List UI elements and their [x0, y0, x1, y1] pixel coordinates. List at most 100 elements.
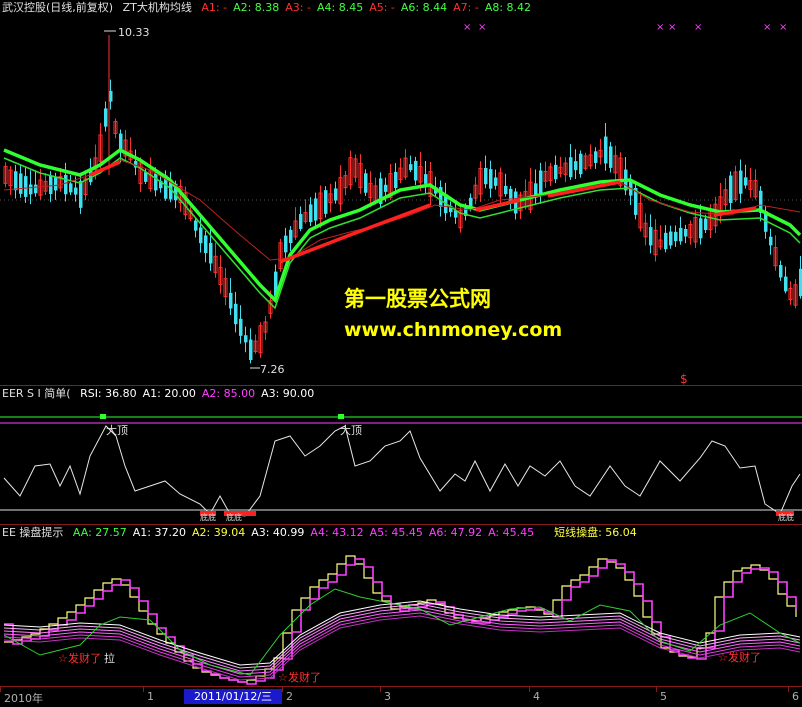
top-signal-mark: [100, 414, 106, 419]
candle-body: [199, 227, 203, 244]
candle-body: [229, 292, 233, 309]
candle-body: [144, 172, 148, 182]
candle-body: [334, 188, 338, 201]
signal-cross: ×: [763, 22, 771, 33]
candle-body: [489, 169, 493, 189]
ma-line-red-thick: [475, 198, 521, 212]
candle-body: [424, 174, 428, 184]
candle-body: [64, 174, 68, 195]
candle-body: [604, 136, 608, 164]
time-label: 1: [147, 690, 154, 703]
signal-cross: ×: [463, 22, 471, 33]
time-label: 4: [533, 690, 540, 703]
candle-body: [739, 170, 743, 194]
candle-body: [674, 231, 678, 242]
signal-cross: ×: [668, 22, 676, 33]
candle-body: [244, 335, 248, 343]
candle-body: [679, 227, 683, 242]
bottom-label: 底底: [200, 512, 216, 522]
candle-body: [539, 170, 543, 196]
signal-label: 发财了: [68, 651, 101, 665]
time-label: 6: [792, 690, 799, 703]
candle-body: [769, 236, 773, 246]
candle-body: [324, 190, 328, 214]
selected-date[interactable]: 2011/01/12/三: [184, 689, 282, 704]
time-label: 3: [384, 690, 391, 703]
candle-body: [364, 173, 368, 193]
signal-label: 发财了: [728, 650, 761, 664]
step-line-yellow: [4, 555, 797, 683]
candle-body: [484, 167, 488, 185]
low-price-label: 7.26: [260, 363, 285, 376]
rsi-panel[interactable]: EER S I 简单( RSI: 36.80 A1: 20.00 A2: 85.00…: [0, 386, 802, 524]
bottom-label: 底底: [226, 512, 242, 522]
watermark-url: www.chnmoney.com: [344, 319, 563, 341]
high-price-label: 10.33: [118, 26, 150, 39]
ma-line-red-thick: [279, 203, 431, 264]
candle-body: [74, 187, 78, 195]
candle-body: [664, 232, 668, 250]
candle-body: [79, 180, 83, 208]
candle-body: [699, 218, 703, 239]
candle-body: [669, 231, 673, 246]
candle-body: [414, 160, 418, 181]
average-line: [3, 606, 801, 672]
candle-body: [49, 175, 53, 194]
candle-body: [409, 164, 413, 171]
candle-body: [394, 171, 398, 189]
candle-body: [109, 90, 113, 102]
candle-body: [784, 276, 788, 292]
candle-body: [54, 176, 58, 191]
average-line: [3, 603, 801, 669]
candle-body: [154, 173, 158, 191]
candle-body: [569, 157, 573, 178]
rsi-line: [3, 425, 801, 517]
candle-body: [384, 184, 388, 192]
candle-body: [744, 177, 748, 186]
candle-body: [104, 108, 108, 127]
candle-body: [249, 339, 253, 361]
candle-body: [69, 183, 73, 193]
candle-body: [239, 318, 243, 336]
step-line-magenta: [4, 558, 797, 685]
candle-body: [34, 184, 38, 194]
candle-body: [309, 204, 313, 223]
time-label: 5: [660, 690, 667, 703]
top-label: 大顶: [106, 423, 128, 437]
star-signal-icon: ☆: [718, 651, 728, 664]
pull-label: 拉: [104, 651, 115, 665]
candle-body: [469, 197, 473, 207]
candle-body: [729, 175, 733, 204]
time-axis[interactable]: 2010年 1 2 3 4 5 6 2011/01/12/三: [0, 686, 802, 707]
candle-body: [204, 235, 208, 254]
time-tick: [656, 687, 657, 692]
candle-body: [649, 227, 653, 246]
candle-body: [704, 218, 708, 231]
candle-body: [14, 171, 18, 191]
ops-panel[interactable]: EE 操盘提示 AA: 27.57 A1: 37.20 A2: 39.04 A3: 4…: [0, 525, 802, 686]
candle-body: [684, 228, 688, 237]
top-signal-mark: [338, 414, 344, 419]
candle-body: [494, 177, 498, 186]
candle-body: [24, 176, 28, 197]
average-line: [3, 612, 801, 678]
candle-body: [29, 184, 33, 195]
candle-body: [284, 235, 288, 253]
rsi-chart[interactable]: 大顶 大顶底底 底底 底底: [0, 386, 802, 524]
time-tick: [529, 687, 530, 692]
candle-body: [289, 229, 293, 244]
main-chart-panel[interactable]: 武汉控股(日线,前复权) ZT大机构均线 A1: - A2: 8.38 A3: -A…: [0, 0, 802, 386]
star-signal-icon: ☆: [58, 652, 68, 665]
bottom-label: 底底: [778, 512, 794, 522]
sell-signal-mark: $: [680, 372, 688, 386]
signal-cross: ×: [779, 22, 787, 33]
average-line: [3, 609, 801, 675]
time-tick: [143, 687, 144, 692]
ops-chart[interactable]: ☆ 发财了☆ 发财了☆ 发财了拉: [0, 525, 802, 686]
top-label: 大顶: [340, 423, 362, 437]
candle-body: [554, 164, 558, 180]
watermark-title: 第一股票公式网: [344, 287, 491, 311]
candle-body: [19, 173, 23, 194]
candle-body: [299, 214, 303, 229]
signal-label: 发财了: [288, 670, 321, 684]
